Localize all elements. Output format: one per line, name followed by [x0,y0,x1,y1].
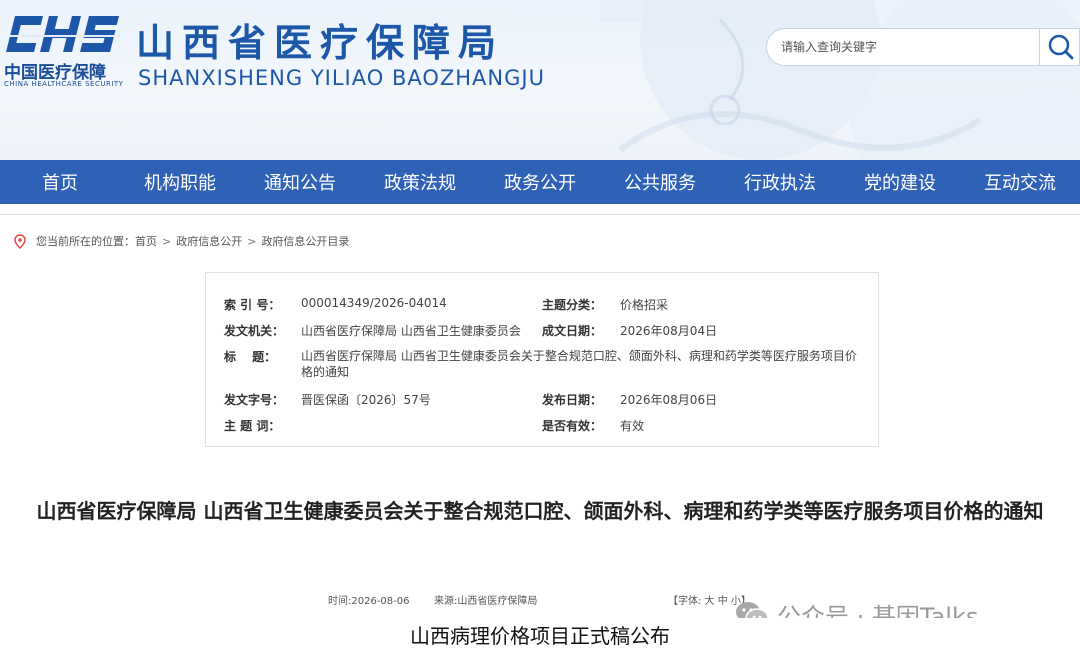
doc-number-label: 发文字号： [224,393,285,407]
breadcrumb-home[interactable]: 首页 [135,233,157,249]
nav-item-law-enforcement[interactable]: 行政执法 [720,160,840,204]
search-box [766,28,1080,66]
published-date-value: 2026年08月06日 [620,393,718,407]
nav-item-party-building[interactable]: 党的建设 [840,160,960,204]
search-icon [1048,34,1073,60]
validity-label: 是否有效： [542,419,603,433]
doc-title-label: 标 题： [224,350,277,364]
breadcrumb-gov-info[interactable]: 政府信息公开 [176,233,242,249]
published-date-label: 发布日期： [542,393,603,407]
search-button[interactable] [1039,29,1079,65]
issuer-value: 山西省医疗保障局 山西省卫生健康委员会 [301,324,521,338]
image-caption: 山西病理价格项目正式稿公布 [0,618,1080,655]
nav-item-policies[interactable]: 政策法规 [360,160,480,204]
search-input[interactable] [767,29,1039,65]
breadcrumb-prefix: 您当前所在的位置： [36,235,135,248]
nav-item-functions[interactable]: 机构职能 [120,160,240,204]
breadcrumb-separator: > [247,234,257,248]
nav-item-notices[interactable]: 通知公告 [240,160,360,204]
doc-number-value: 晋医保函〔2026〕57号 [301,393,431,407]
index-value: 000014349/2026-04014 [301,296,447,310]
article-source: 来源:山西省医疗保障局 [434,596,538,607]
site-title-english: SHANXISHENG YILIAO BAOZHANGJU [138,66,545,90]
nav-item-public-services[interactable]: 公共服务 [600,160,720,204]
nav-item-interaction[interactable]: 互动交流 [960,160,1080,204]
breadcrumb-gov-info-catalog[interactable]: 政府信息公开目录 [261,233,349,249]
category-value: 价格招采 [620,298,669,312]
chs-logo-mark [6,16,120,52]
created-date-value: 2026年08月04日 [620,324,718,338]
nav-item-government-affairs[interactable]: 政务公开 [480,160,600,204]
main-nav: 首页 机构职能 通知公告 政策法规 政务公开 公共服务 行政执法 党的建设 互动… [0,160,1080,204]
issuer-label: 发文机关： [224,324,285,338]
site-header: 中国医疗保障 CHINA HEALTHCARE SECURITY 山西省医疗保障… [0,0,1080,160]
created-date-label: 成文日期： [542,324,603,338]
document-info-table: 索 引 号： 000014349/2026-04014 主题分类： 价格招采 发… [205,272,879,447]
article-title: 山西省医疗保障局 山西省卫生健康委员会关于整合规范口腔、颌面外科、病理和药学类等… [36,499,1044,523]
validity-value: 有效 [620,419,645,433]
breadcrumb: 您当前所在的位置： 首页 > 政府信息公开 > 政府信息公开目录 [14,233,349,249]
location-pin-icon [14,233,26,249]
index-label: 索 引 号： [224,298,281,312]
nav-item-home[interactable]: 首页 [0,160,120,204]
chs-logo[interactable]: 中国医疗保障 CHINA HEALTHCARE SECURITY [2,12,124,90]
site-title-chinese: 山西省医疗保障局 [136,20,505,65]
breadcrumb-separator: > [162,234,172,248]
logo-english-text: CHINA HEALTHCARE SECURITY [4,80,124,88]
article-time: 时间:2026-08-06 [328,596,410,607]
content-area: 您当前所在的位置： 首页 > 政府信息公开 > 政府信息公开目录 索 引 号： … [0,214,1080,655]
doc-title-value: 山西省医疗保障局 山西省卫生健康委员会关于整合规范口腔、颌面外科、病理和药学类等… [301,349,857,379]
keywords-label: 主 题 词： [224,419,281,433]
category-label: 主题分类： [542,298,603,312]
